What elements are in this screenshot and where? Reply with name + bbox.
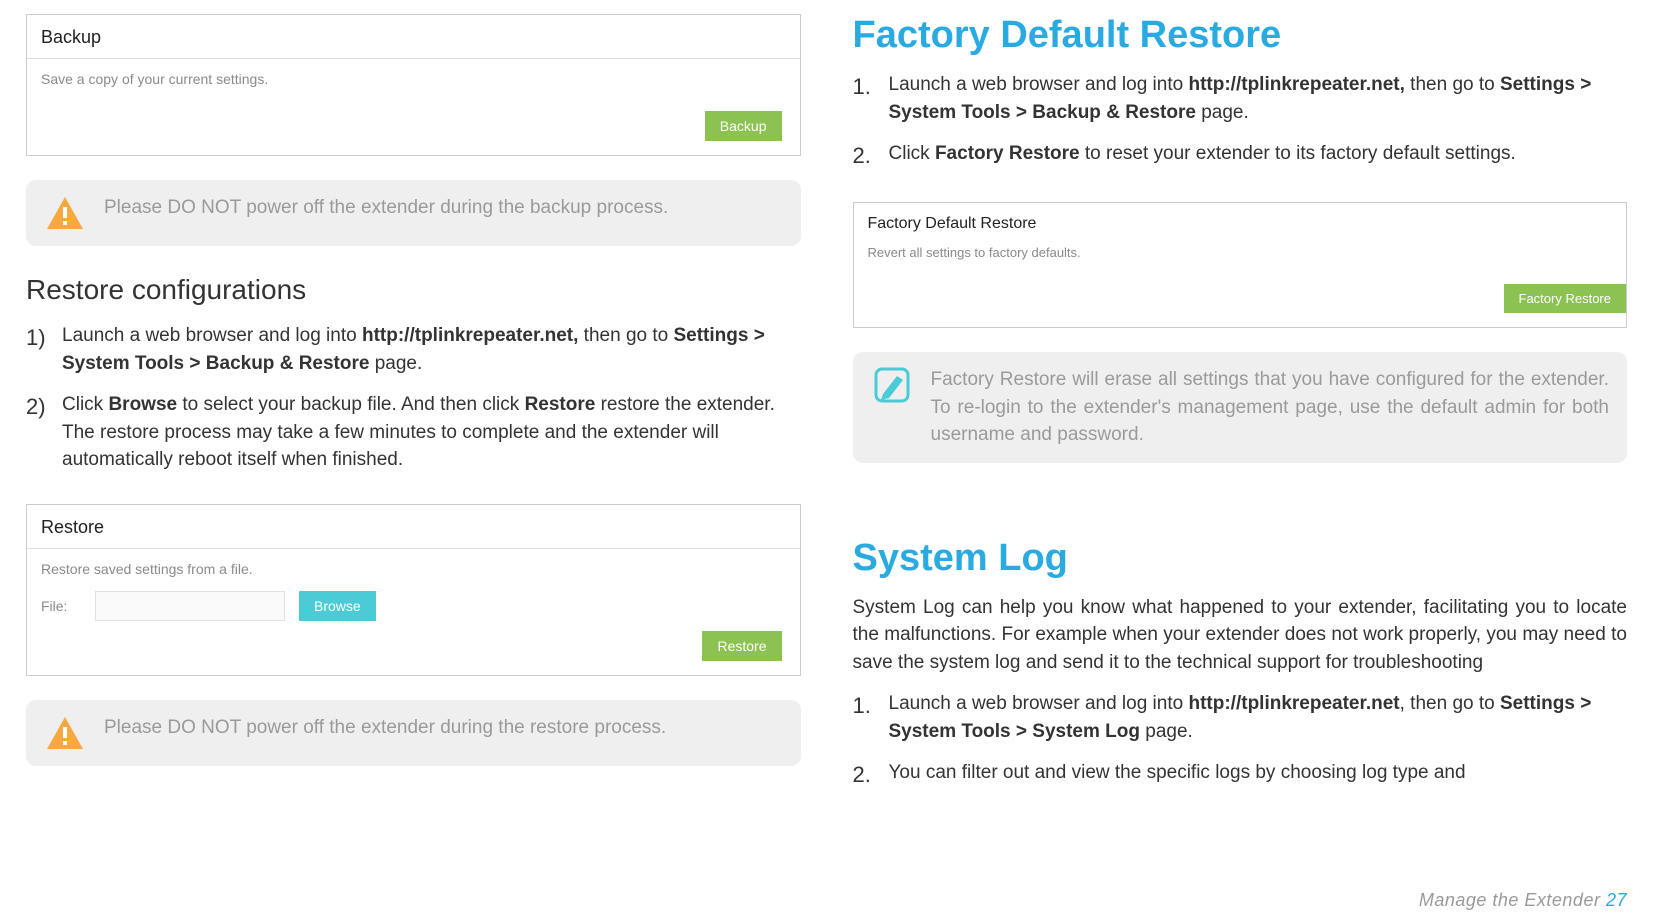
step-text: Launch a web browser and log into http:/… bbox=[889, 71, 1628, 126]
factory-restore-panel: Factory Default Restore Revert all setti… bbox=[853, 202, 1628, 328]
file-input[interactable] bbox=[95, 591, 285, 621]
file-label: File: bbox=[41, 598, 81, 614]
restore-config-heading: Restore configurations bbox=[26, 274, 801, 306]
step-number: 1. bbox=[853, 690, 877, 722]
system-log-heading: System Log bbox=[853, 537, 1628, 580]
step-number: 1) bbox=[26, 322, 50, 354]
step-number: 2. bbox=[853, 759, 877, 791]
footer-page-number: 27 bbox=[1606, 890, 1627, 910]
syslog-step-2: 2. You can filter out and view the speci… bbox=[853, 759, 1628, 791]
step-text: You can filter out and view the specific… bbox=[889, 759, 1628, 787]
footer-label: Manage the Extender bbox=[1419, 890, 1601, 910]
factory-restore-note: Factory Restore will erase all settings … bbox=[853, 352, 1628, 463]
restore-step-1: 1) Launch a web browser and log into htt… bbox=[26, 322, 801, 377]
page-footer: Manage the Extender 27 bbox=[1419, 890, 1627, 911]
restore-panel-header: Restore bbox=[27, 505, 800, 549]
backup-panel-desc: Save a copy of your current settings. bbox=[27, 59, 800, 87]
fdr-step-2: 2. Click Factory Restore to reset your e… bbox=[853, 140, 1628, 172]
system-log-desc: System Log can help you know what happen… bbox=[853, 594, 1628, 677]
step-text: Launch a web browser and log into http:/… bbox=[889, 690, 1628, 745]
backup-panel-header: Backup bbox=[27, 15, 800, 59]
factory-restore-panel-desc: Revert all settings to factory defaults. bbox=[854, 233, 1627, 260]
restore-step-2: 2) Click Browse to select your backup fi… bbox=[26, 391, 801, 474]
factory-default-heading: Factory Default Restore bbox=[853, 14, 1628, 57]
step-number: 2) bbox=[26, 391, 50, 423]
restore-panel: Restore Restore saved settings from a fi… bbox=[26, 504, 801, 676]
restore-panel-desc: Restore saved settings from a file. bbox=[27, 549, 800, 577]
restore-steps-list: 1) Launch a web browser and log into htt… bbox=[26, 322, 801, 488]
warning-icon bbox=[44, 714, 86, 752]
step-text: Launch a web browser and log into http:/… bbox=[62, 322, 801, 377]
backup-warning-text: Please DO NOT power off the extender dur… bbox=[104, 194, 668, 222]
backup-button[interactable]: Backup bbox=[705, 111, 782, 141]
step-text: Click Factory Restore to reset your exte… bbox=[889, 140, 1628, 168]
restore-warning-callout: Please DO NOT power off the extender dur… bbox=[26, 700, 801, 766]
step-number: 2. bbox=[853, 140, 877, 172]
factory-restore-note-text: Factory Restore will erase all settings … bbox=[931, 366, 1610, 449]
warning-icon bbox=[44, 194, 86, 232]
restore-button[interactable]: Restore bbox=[702, 631, 781, 661]
note-icon bbox=[871, 366, 913, 404]
factory-restore-button[interactable]: Factory Restore bbox=[1504, 284, 1626, 313]
factory-restore-panel-header: Factory Default Restore bbox=[854, 203, 1627, 233]
browse-button[interactable]: Browse bbox=[299, 591, 376, 621]
fdr-steps-list: 1. Launch a web browser and log into htt… bbox=[853, 71, 1628, 186]
syslog-steps-list: 1. Launch a web browser and log into htt… bbox=[853, 690, 1628, 805]
backup-warning-callout: Please DO NOT power off the extender dur… bbox=[26, 180, 801, 246]
backup-panel: Backup Save a copy of your current setti… bbox=[26, 14, 801, 156]
syslog-step-1: 1. Launch a web browser and log into htt… bbox=[853, 690, 1628, 745]
restore-warning-text: Please DO NOT power off the extender dur… bbox=[104, 714, 666, 742]
step-text: Click Browse to select your backup file.… bbox=[62, 391, 801, 474]
step-number: 1. bbox=[853, 71, 877, 103]
fdr-step-1: 1. Launch a web browser and log into htt… bbox=[853, 71, 1628, 126]
